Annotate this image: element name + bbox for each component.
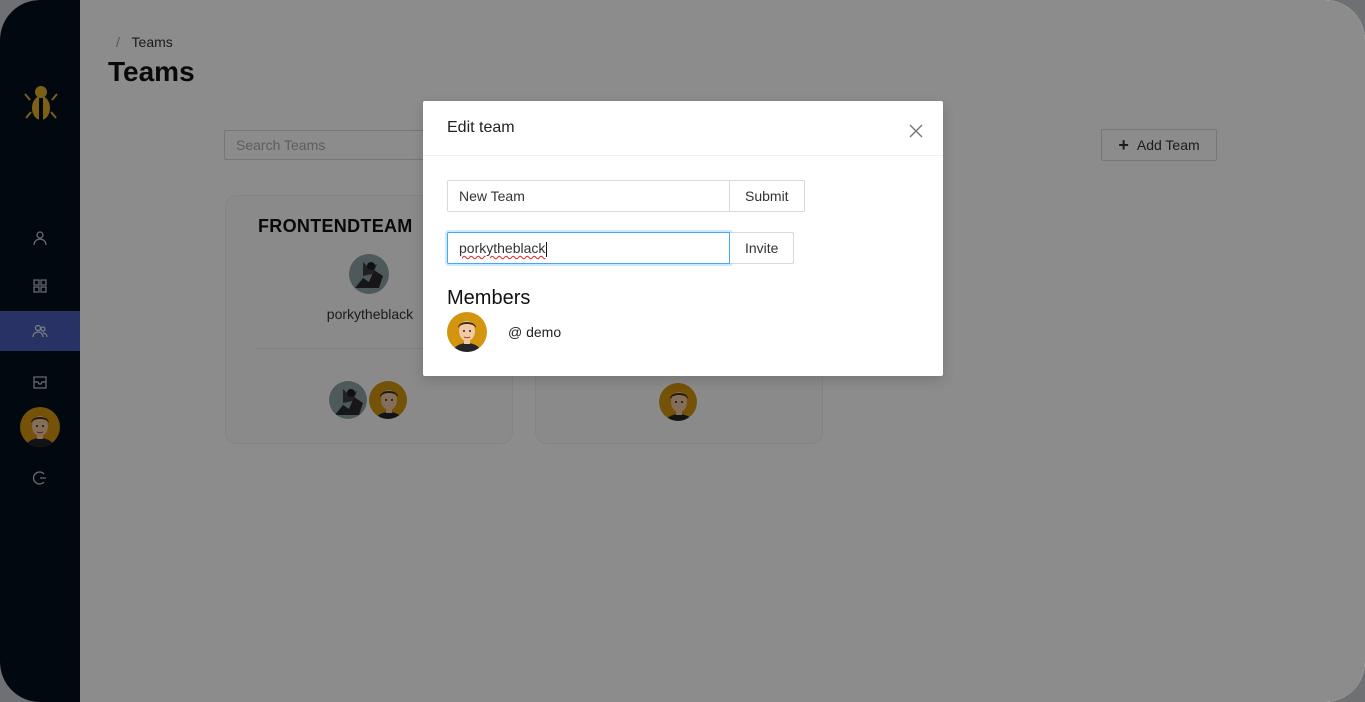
invite-row: porkytheblack Invite xyxy=(447,232,795,264)
team-name-row: New Team Submit xyxy=(447,180,805,212)
invite-input[interactable]: porkytheblack xyxy=(447,232,730,264)
close-icon[interactable] xyxy=(909,124,923,138)
members-heading: Members xyxy=(447,287,531,309)
member-handle: @ demo xyxy=(508,324,562,340)
edit-team-modal: Edit team New Team Submit porkytheblack … xyxy=(423,101,943,376)
invite-button[interactable]: Invite xyxy=(730,232,795,264)
app-frame: / Teams Teams Search Teams + Add Team FR… xyxy=(0,0,1365,702)
list-item: @ demo xyxy=(447,312,561,352)
modal-title: Edit team xyxy=(447,119,515,136)
invite-input-value: porkytheblack xyxy=(459,240,546,256)
avatar xyxy=(447,312,487,352)
team-name-input[interactable]: New Team xyxy=(447,180,730,212)
modal-header: Edit team xyxy=(423,101,943,156)
submit-button[interactable]: Submit xyxy=(730,180,805,212)
text-caret xyxy=(546,241,548,257)
